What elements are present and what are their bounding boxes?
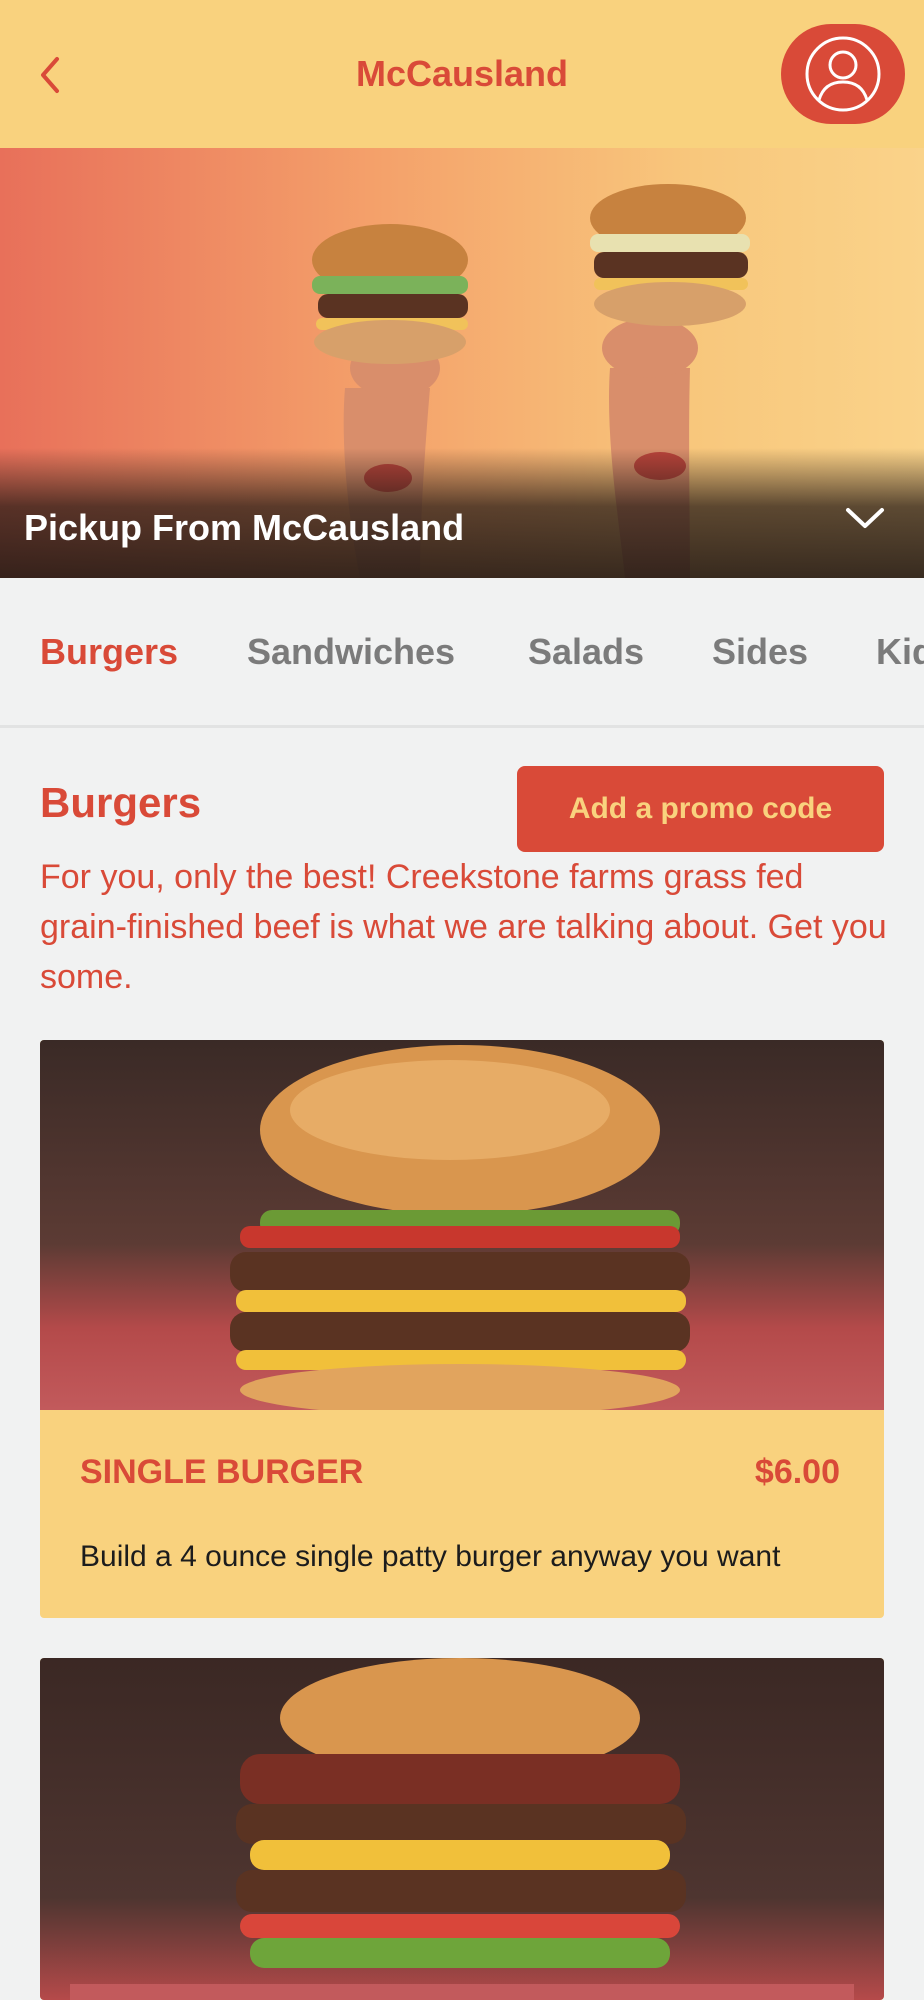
tab-sandwiches[interactable]: Sandwiches (247, 628, 455, 676)
menu-item-description: Build a 4 ounce single patty burger anyw… (80, 1540, 781, 1573)
tab-burgers[interactable]: Burgers (40, 628, 178, 676)
hero-banner: Pickup From McCausland (0, 148, 924, 578)
menu-item-price: $6.00 (754, 1453, 840, 1491)
menu-item-image (40, 1040, 884, 1410)
category-tabs: Burgers Sandwiches Salads Sides Kids (0, 578, 924, 728)
tab-kids[interactable]: Kids (876, 628, 924, 676)
menu-item-card[interactable]: SINGLE BURGER $6.00 Build a 4 ounce sing… (40, 1040, 884, 1618)
burger-image (230, 1045, 690, 1410)
section-description: For you, only the best! Creekstone farms… (40, 858, 887, 996)
tab-salads[interactable]: Salads (528, 628, 644, 676)
tab-sides[interactable]: Sides (712, 628, 808, 676)
section-title: Burgers (40, 779, 202, 826)
profile-button[interactable] (781, 24, 905, 124)
burger-image (70, 1658, 854, 2000)
user-icon (805, 36, 881, 112)
pickup-location-toggle[interactable] (840, 498, 890, 538)
menu-item-image (40, 1658, 884, 2000)
add-promo-code-button[interactable]: Add a promo code (517, 766, 884, 852)
pickup-location-label: Pickup From McCausland (24, 507, 465, 548)
app-header: McCausland (0, 0, 924, 148)
menu-item-name: SINGLE BURGER (80, 1453, 364, 1491)
menu-item-card[interactable] (40, 1658, 884, 2000)
chevron-down-icon (846, 508, 884, 528)
